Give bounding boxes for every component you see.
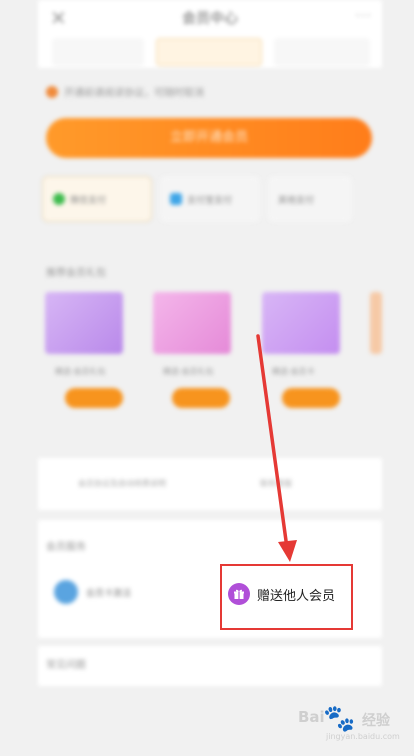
agreement-notice: 开通前请阅读协议，可随时取消 — [46, 84, 204, 99]
baidu-jingyan-watermark: Bai 🐾 经验 jingyan.baidu.com — [296, 700, 408, 750]
faq-title: 常见问题 — [46, 660, 86, 671]
service-item-activate[interactable]: 会员卡激活 — [54, 580, 131, 604]
gift-buy-button[interactable] — [282, 388, 340, 408]
nav-bar: ✕ 会员中心 ··· — [38, 0, 382, 40]
gift-icon-glyph — [234, 589, 244, 599]
open-membership-button[interactable]: 立即开通会员 — [46, 118, 372, 158]
page-title: 会员中心 — [182, 11, 238, 27]
check-icon[interactable] — [46, 85, 58, 98]
card-icon — [54, 580, 78, 604]
service-item-label: 会员卡激活 — [86, 588, 132, 599]
customer-service-link[interactable]: 联系客服 — [260, 478, 292, 489]
link-row: 会员协议及自动续费说明 联系客服 — [38, 458, 382, 510]
gift-icon — [228, 583, 250, 605]
alipay-icon — [170, 193, 182, 205]
gift-membership-item-highlighted[interactable]: 赠送他人会员 — [220, 564, 353, 630]
gift-section-title: 推荐会员礼包 — [46, 268, 106, 279]
plan-strip — [38, 38, 382, 68]
payment-option-label: 支付宝支付 — [187, 195, 233, 206]
gift-buy-button[interactable] — [172, 388, 230, 408]
service-section-title: 会员服务 — [46, 542, 86, 553]
payment-option-label: 其他支付 — [278, 195, 315, 206]
payment-option-label: 微信支付 — [70, 195, 107, 206]
notice-text: 开通前请阅读协议，可随时取消 — [64, 88, 204, 99]
gift-buy-button[interactable] — [65, 388, 123, 408]
payment-option-wechat[interactable]: 微信支付 — [42, 176, 152, 222]
gift-card[interactable] — [45, 292, 123, 354]
gift-card-partial[interactable] — [370, 292, 382, 354]
gift-card-name: 精选·会员礼包 — [163, 367, 214, 376]
plan-tile[interactable] — [52, 38, 144, 66]
wechat-pay-icon — [53, 193, 65, 205]
plan-tile[interactable] — [274, 38, 370, 66]
gift-card-name: 精选·会员卡 — [272, 367, 315, 376]
watermark-url: jingyan.baidu.com — [326, 732, 400, 741]
watermark-brand: Bai — [298, 708, 325, 726]
faq-card: 常见问题 — [38, 646, 382, 686]
paw-icon: 🐾 — [323, 704, 356, 734]
gift-card[interactable] — [153, 292, 231, 354]
watermark-cn: 经验 — [362, 713, 390, 729]
gift-card[interactable] — [262, 292, 340, 354]
plan-tile-selected[interactable] — [156, 38, 262, 66]
gift-membership-label: 赠送他人会员 — [257, 589, 336, 604]
payment-options: 微信支付 支付宝支付 其他支付 — [42, 176, 376, 222]
agreement-link[interactable]: 会员协议及自动续费说明 — [78, 478, 166, 489]
app-screen-blurred: ✕ 会员中心 ··· 开通前请阅读协议，可随时取消 立即开通会员 微信支付 支付… — [0, 0, 414, 756]
payment-option-other[interactable]: 其他支付 — [268, 176, 352, 222]
more-icon[interactable]: ··· — [356, 8, 372, 24]
gift-card-name: 精选·会员礼包 — [55, 367, 106, 376]
payment-option-alipay[interactable]: 支付宝支付 — [160, 176, 260, 222]
